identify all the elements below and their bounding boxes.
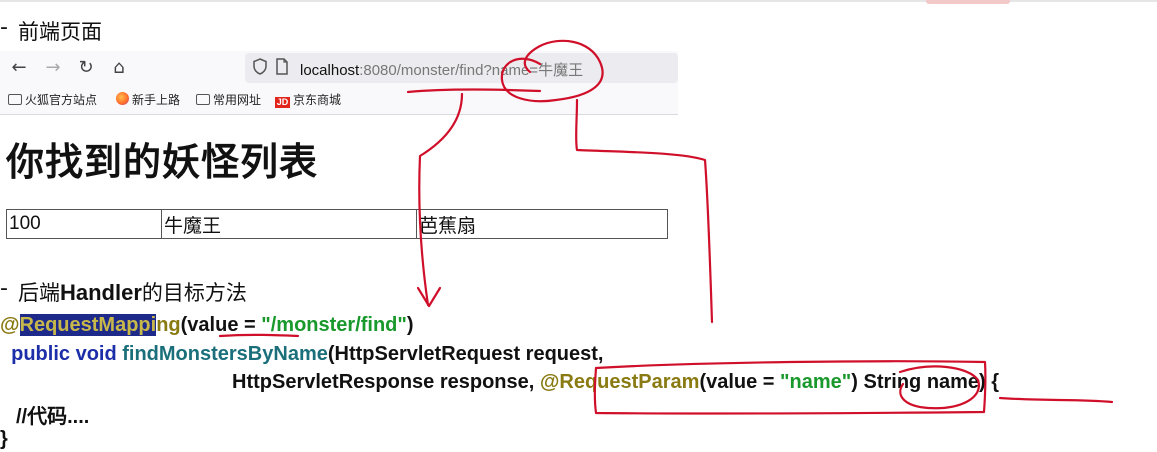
ink-name-underline <box>998 396 1114 404</box>
ink-value-underline <box>218 333 300 338</box>
ink-param-box <box>593 360 987 415</box>
ink-connector <box>575 98 714 324</box>
ink-url-underline <box>406 88 542 94</box>
ink-arrow-path <box>418 92 464 307</box>
ink-annotations <box>218 39 1114 415</box>
ink-name-circle <box>898 365 981 410</box>
ink-arrow-head <box>416 286 442 308</box>
ink-param-circle <box>500 39 604 103</box>
